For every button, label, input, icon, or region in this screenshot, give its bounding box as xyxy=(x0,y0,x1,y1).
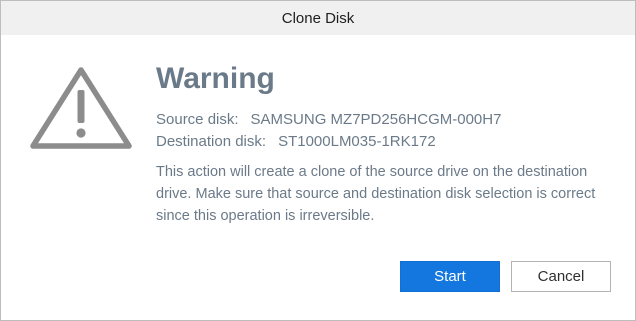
window-title-bar: Clone Disk xyxy=(1,1,635,35)
cancel-button-label: Cancel xyxy=(537,268,585,285)
source-disk-value: SAMSUNG MZ7PD256HCGM-000H7 xyxy=(250,111,502,128)
dialog-heading: Warning xyxy=(156,62,275,95)
warning-message: This action will create a clone of the s… xyxy=(156,164,596,224)
destination-disk-row: Destination disk: ST1000LM035-1RK172 xyxy=(156,131,616,153)
source-disk-row: Source disk: SAMSUNG MZ7PD256HCGM-000H7 xyxy=(156,109,616,131)
start-button[interactable]: Start xyxy=(400,261,500,292)
start-button-label: Start xyxy=(434,268,466,285)
cancel-button[interactable]: Cancel xyxy=(511,261,611,292)
source-disk-label: Source disk: xyxy=(156,111,239,128)
clone-disk-dialog: Clone Disk Warning Source disk: SAMSUNG M… xyxy=(0,0,636,321)
window-title: Clone Disk xyxy=(281,9,355,27)
dialog-content: Warning Source disk: SAMSUNG MZ7PD256HCGM… xyxy=(156,61,616,227)
destination-disk-value: ST1000LM035-1RK172 xyxy=(278,133,436,150)
destination-disk-label: Destination disk: xyxy=(156,133,267,150)
warning-triangle-icon xyxy=(30,67,132,149)
